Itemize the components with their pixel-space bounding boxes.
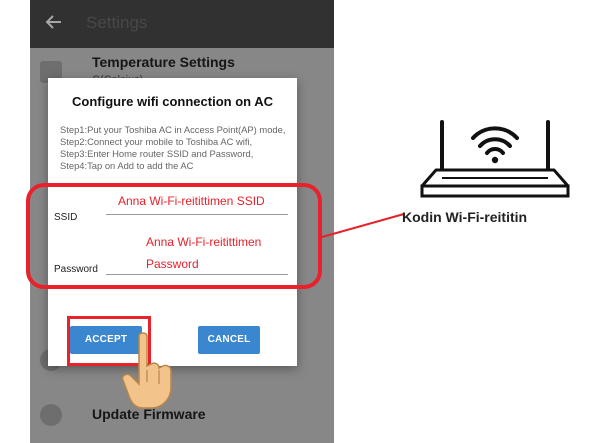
wifi-icon (471, 126, 519, 164)
router-icon (420, 120, 570, 198)
router-label: Kodin Wi-Fi-reititin (402, 209, 528, 225)
pointing-hand-icon (121, 332, 172, 409)
